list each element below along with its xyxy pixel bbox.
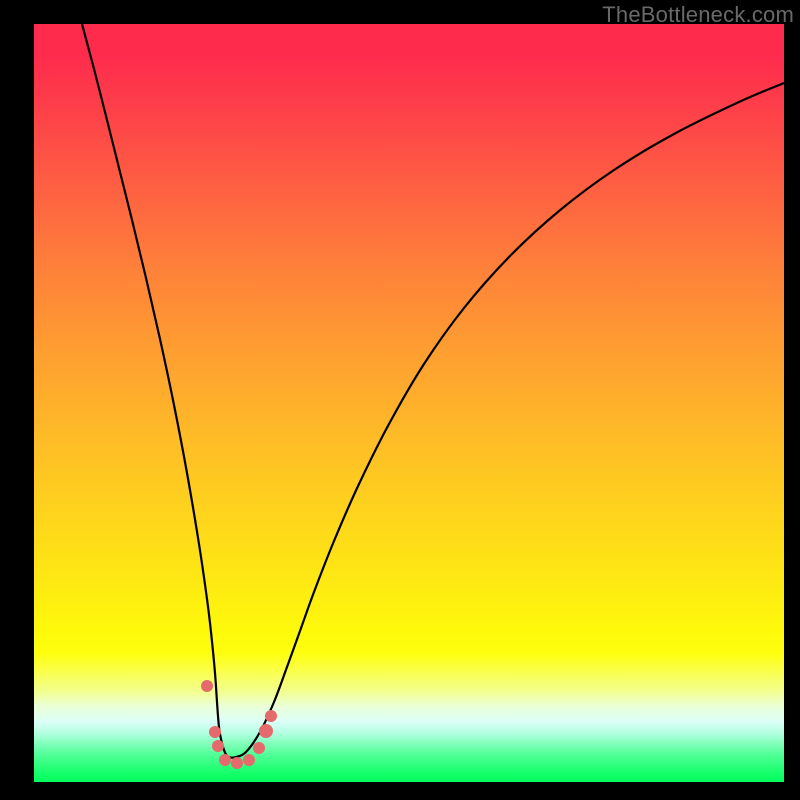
- dot-bottom-a: [219, 754, 231, 766]
- dot-bottom-c: [243, 754, 255, 766]
- dot-right-upper: [259, 724, 273, 738]
- dot-right-lower: [253, 742, 265, 754]
- bottleneck-curve: [82, 24, 784, 758]
- curve-svg: [34, 24, 784, 782]
- dot-left-mid: [209, 726, 221, 738]
- dot-bottom-b: [231, 757, 243, 769]
- dot-left-lower: [212, 740, 224, 752]
- watermark-text: TheBottleneck.com: [602, 2, 794, 28]
- chart-frame: TheBottleneck.com: [0, 0, 800, 800]
- dot-right-top: [265, 710, 277, 722]
- dot-left-upper: [201, 680, 213, 692]
- plot-area: [34, 24, 784, 782]
